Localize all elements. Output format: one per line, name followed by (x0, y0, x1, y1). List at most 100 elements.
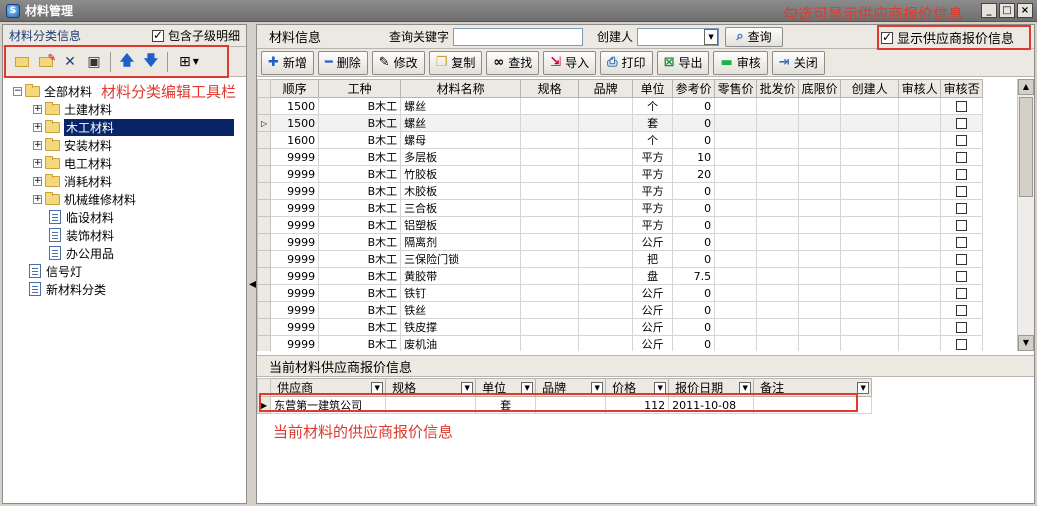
name-cell[interactable]: 螺母 (400, 131, 522, 149)
creator-select[interactable]: ▼ (637, 27, 720, 46)
minimize-button[interactable]: _ (981, 3, 997, 18)
spec-cell[interactable] (520, 250, 580, 268)
approved-cell[interactable] (940, 318, 984, 336)
approved-cell[interactable] (940, 267, 984, 285)
order-cell[interactable]: 9999 (270, 199, 320, 217)
price-cell[interactable]: 0 (672, 199, 716, 217)
filter-dropdown-icon[interactable]: ▼ (461, 381, 474, 394)
approver-cell[interactable] (898, 114, 942, 132)
approved-checkbox[interactable] (956, 203, 968, 214)
close-window-button[interactable]: × (1017, 3, 1033, 18)
floor-price-cell[interactable] (798, 250, 842, 268)
floor-price-cell[interactable] (798, 199, 842, 217)
creator-cell[interactable] (840, 97, 900, 115)
column-header[interactable]: 顺序 (270, 79, 320, 98)
approved-cell[interactable] (940, 114, 984, 132)
creator-cell[interactable] (840, 233, 900, 251)
creator-cell[interactable] (840, 131, 900, 149)
date-cell[interactable]: 2011-10-08 (668, 396, 755, 414)
approved-cell[interactable] (940, 97, 984, 115)
order-cell[interactable]: 9999 (270, 335, 320, 351)
wholesale-cell[interactable] (756, 250, 800, 268)
wholesale-cell[interactable] (756, 216, 800, 234)
price-cell[interactable]: 10 (672, 148, 716, 166)
spec-cell[interactable] (385, 396, 477, 414)
order-cell[interactable]: 1500 (270, 97, 320, 115)
approver-cell[interactable] (898, 199, 942, 217)
approved-cell[interactable] (940, 216, 984, 234)
floor-price-cell[interactable] (798, 233, 842, 251)
brand-cell[interactable] (578, 199, 634, 217)
supplier-column-header[interactable]: 单位 ▼ (475, 378, 537, 397)
name-cell[interactable]: 三保险门锁 (400, 250, 522, 268)
table-row[interactable]: 1600 B木工 螺母 个 0 (257, 131, 984, 149)
name-cell[interactable]: 铁钉 (400, 284, 522, 302)
supplier-column-header[interactable]: 价格 ▼ (605, 378, 670, 397)
name-cell[interactable]: 铁皮撑 (400, 318, 522, 336)
remark-cell[interactable] (753, 396, 873, 414)
approver-cell[interactable] (898, 165, 942, 183)
approved-checkbox[interactable] (956, 237, 968, 248)
creator-cell[interactable] (840, 182, 900, 200)
retail-cell[interactable] (714, 284, 758, 302)
supplier-column-header[interactable]: 供应商 ▼ (270, 378, 387, 397)
refresh-icon[interactable]: ▣ (83, 51, 105, 73)
retail-cell[interactable] (714, 131, 758, 149)
spec-cell[interactable] (520, 131, 580, 149)
column-header[interactable]: 创建人 (840, 79, 900, 98)
tree-node-土建材料[interactable]: + 土建材料 (3, 100, 246, 118)
column-header[interactable]: 底限价 (798, 79, 842, 98)
name-cell[interactable]: 竹胶板 (400, 165, 522, 183)
creator-cell[interactable] (840, 114, 900, 132)
floor-price-cell[interactable] (798, 216, 842, 234)
approved-cell[interactable] (940, 148, 984, 166)
approver-cell[interactable] (898, 318, 942, 336)
brand-cell[interactable] (578, 250, 634, 268)
approver-cell[interactable] (898, 148, 942, 166)
table-row[interactable]: 9999 B木工 多层板 平方 10 (257, 148, 984, 166)
approved-cell[interactable] (940, 250, 984, 268)
approver-cell[interactable] (898, 131, 942, 149)
wholesale-cell[interactable] (756, 182, 800, 200)
order-cell[interactable]: 1500 (270, 114, 320, 132)
brand-cell[interactable] (578, 267, 634, 285)
retail-cell[interactable] (714, 182, 758, 200)
approver-cell[interactable] (898, 233, 942, 251)
wholesale-cell[interactable] (756, 114, 800, 132)
approved-checkbox[interactable] (956, 220, 968, 231)
retail-cell[interactable] (714, 114, 758, 132)
expand-icon[interactable]: + (33, 140, 42, 150)
scroll-down-icon[interactable]: ▼ (1018, 335, 1034, 351)
approver-cell[interactable] (898, 97, 942, 115)
trade-cell[interactable]: B木工 (318, 335, 402, 351)
trade-cell[interactable]: B木工 (318, 148, 402, 166)
floor-price-cell[interactable] (798, 114, 842, 132)
approved-cell[interactable] (940, 301, 984, 319)
include-children-toggle[interactable]: 包含子级明细 (151, 27, 240, 44)
chevron-down-icon[interactable]: ▼ (704, 28, 719, 45)
expand-icon[interactable]: + (33, 194, 42, 204)
tree-node-装饰材料[interactable]: 装饰材料 (3, 226, 246, 244)
approved-checkbox[interactable] (956, 322, 968, 333)
unit-cell[interactable]: 盘 (632, 267, 674, 285)
table-row[interactable]: 9999 B木工 隔离剂 公斤 0 (257, 233, 984, 251)
table-row[interactable]: 1500 B木工 螺丝 个 0 (257, 97, 984, 115)
supplier-column-header[interactable]: 品牌 ▼ (535, 378, 607, 397)
approved-cell[interactable] (940, 335, 984, 351)
unit-cell[interactable]: 公斤 (632, 335, 674, 351)
spec-cell[interactable] (520, 318, 580, 336)
expand-icon[interactable]: + (33, 176, 42, 186)
maximize-button[interactable]: □ (999, 3, 1015, 18)
trade-cell[interactable]: B木工 (318, 250, 402, 268)
wholesale-cell[interactable] (756, 233, 800, 251)
approved-checkbox[interactable] (956, 135, 968, 146)
supplier-column-header[interactable]: 备注 ▼ (753, 378, 873, 397)
query-button[interactable]: ⌕ 查询 (725, 26, 784, 47)
order-cell[interactable]: 9999 (270, 148, 320, 166)
layout-icon[interactable]: ⊞ ▼ (173, 51, 205, 73)
creator-cell[interactable] (840, 284, 900, 302)
show-supplier-toggle[interactable]: 显示供应商报价信息 (881, 28, 1014, 47)
delete-button[interactable]: ━ 删除 (317, 50, 368, 75)
close-button[interactable]: ⇥ 关闭 (771, 50, 825, 75)
order-cell[interactable]: 9999 (270, 216, 320, 234)
